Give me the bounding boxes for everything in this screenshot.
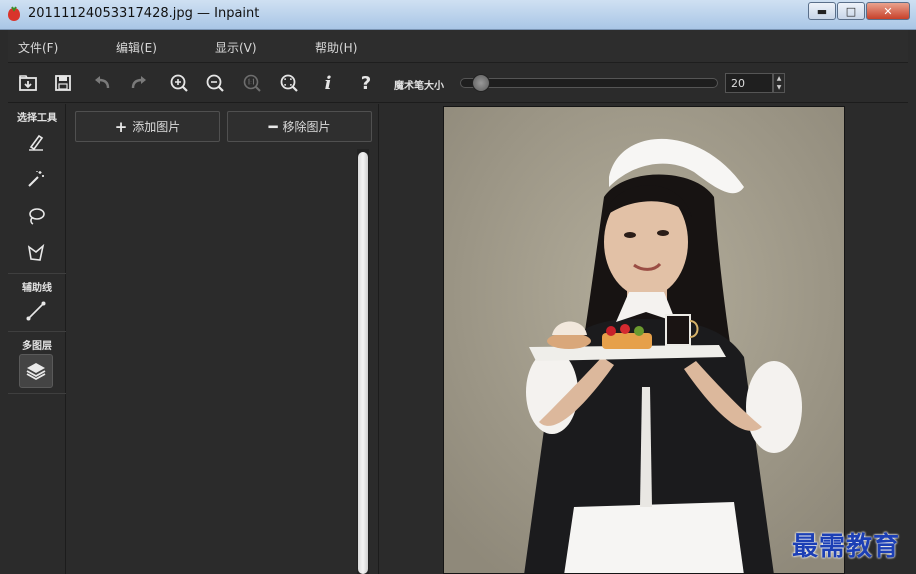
remove-image-button[interactable]: ━ 移除图片 (227, 111, 372, 142)
title-bar: 20111124053317428.jpg — Inpaint ▬ □ ✕ (0, 0, 916, 30)
list-scrollbar-thumb[interactable] (358, 152, 368, 574)
open-icon[interactable] (17, 72, 39, 94)
close-button[interactable]: ✕ (866, 2, 910, 20)
fit-icon[interactable] (278, 72, 300, 94)
minimize-button[interactable]: ▬ (808, 2, 836, 20)
info-icon[interactable]: i (317, 72, 339, 94)
plus-icon: + (114, 117, 128, 136)
guide-lines-header: 辅助线 (22, 283, 52, 294)
toolbar: i ? 魔术笔大小 ▲ ▼ (8, 64, 908, 103)
brush-size-input[interactable] (725, 73, 773, 93)
photo-canvas[interactable] (443, 106, 845, 574)
redo-icon[interactable] (128, 72, 150, 94)
marker-icon[interactable] (24, 130, 48, 154)
menu-view[interactable]: 显示(V) (215, 39, 257, 56)
brush-size-label: 魔术笔大小 (394, 81, 444, 92)
menu-edit[interactable]: 编辑(E) (116, 39, 157, 56)
magic-wand-icon[interactable] (24, 167, 48, 191)
zoom-in-icon[interactable] (168, 72, 190, 94)
add-image-label: 添加图片 (132, 120, 181, 134)
window-title: 20111124053317428.jpg — Inpaint (28, 6, 260, 21)
tool-divider (8, 273, 66, 274)
canvas-area[interactable] (380, 104, 908, 574)
layers-icon[interactable] (19, 354, 53, 388)
stepper-down-icon[interactable]: ▼ (774, 83, 784, 92)
maximize-button[interactable]: □ (837, 2, 865, 20)
menu-help[interactable]: 帮助(H) (315, 39, 357, 56)
brush-size-stepper[interactable]: ▲ ▼ (773, 73, 785, 93)
brush-size-slider[interactable] (460, 78, 718, 88)
save-icon[interactable] (52, 72, 74, 94)
image-list-panel: + 添加图片 ━ 移除图片 (67, 104, 379, 574)
polygon-lasso-icon[interactable] (24, 241, 48, 265)
menu-file[interactable]: 文件(F) (18, 39, 58, 56)
app-logo-icon (8, 6, 20, 21)
add-image-button[interactable]: + 添加图片 (75, 111, 220, 142)
remove-image-label: 移除图片 (282, 120, 331, 134)
stepper-up-icon[interactable]: ▲ (774, 74, 784, 83)
lasso-icon[interactable] (24, 204, 48, 228)
help-icon[interactable]: ? (355, 72, 377, 94)
photo-image (444, 107, 844, 573)
undo-icon[interactable] (91, 72, 113, 94)
guide-line-icon[interactable] (24, 299, 48, 323)
select-tools-header: 选择工具 (17, 113, 57, 124)
tool-divider (8, 331, 66, 332)
zoom-out-icon[interactable] (204, 72, 226, 94)
actual-size-icon[interactable] (241, 72, 263, 94)
tool-panel: 选择工具 辅助线 多图层 (8, 104, 66, 574)
minus-icon: ━ (268, 117, 278, 136)
menu-bar: 文件(F) 编辑(E) 显示(V) 帮助(H) (8, 30, 908, 63)
watermark: 最需教育 (792, 532, 901, 562)
multi-layer-header: 多图层 (22, 341, 52, 352)
app-window: 20111124053317428.jpg — Inpaint ▬ □ ✕ 文件… (0, 0, 916, 574)
tool-divider (8, 393, 66, 394)
brush-size-slider-thumb[interactable] (472, 74, 490, 92)
